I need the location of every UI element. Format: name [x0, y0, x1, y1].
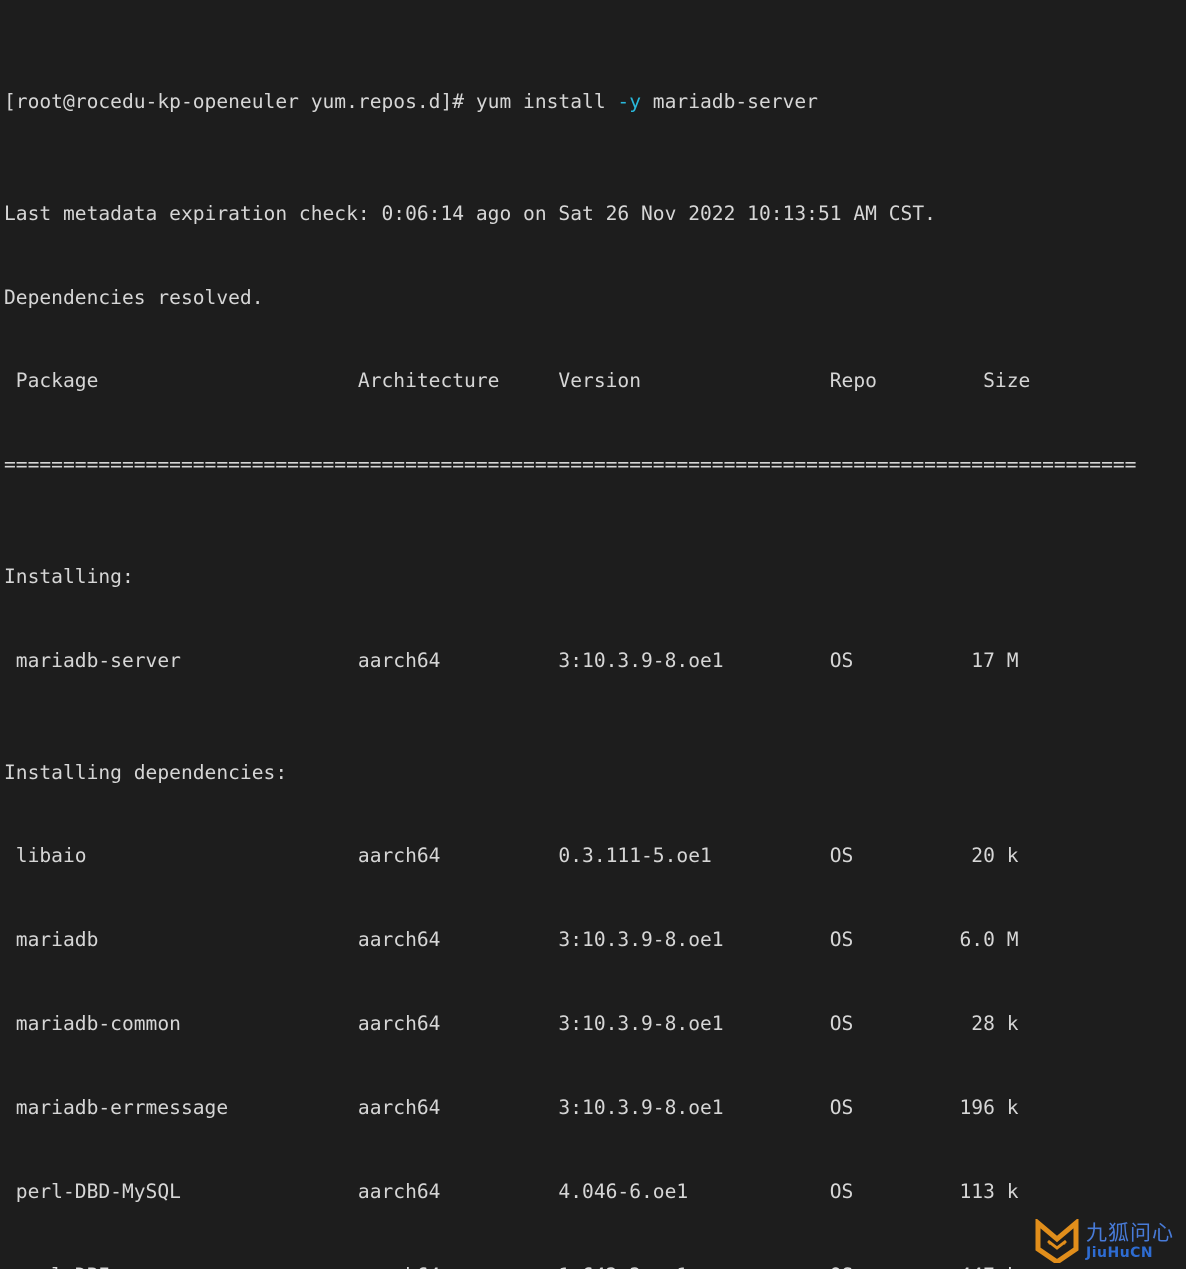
command-prompt-line[interactable]: [root@rocedu-kp-openeuler yum.repos.d]# …	[4, 88, 1186, 116]
watermark-cn-text: 九狐问心	[1086, 1220, 1174, 1245]
shell-prompt: [root@rocedu-kp-openeuler yum.repos.d]#	[4, 89, 476, 113]
watermark: 九狐问心 JiuHuCN	[1034, 1215, 1180, 1267]
terminal-screen: [root@rocedu-kp-openeuler yum.repos.d]# …	[0, 4, 1186, 1269]
command-tail: mariadb-server	[641, 89, 818, 113]
table-row: mariadb-server aarch64 3:10.3.9-8.oe1 OS…	[4, 648, 1019, 672]
table-row: perl-DBI aarch64 1.642-2.oe1 OS 447 k	[4, 1262, 1186, 1269]
table-row: mariadb-errmessage aarch64 3:10.3.9-8.oe…	[4, 1096, 1019, 1119]
rule-equals-top: ========================================…	[4, 453, 1137, 477]
table-row: mariadb aarch64 3:10.3.9-8.oe1 OS 6.0 M	[4, 928, 1019, 952]
command-head: yum install	[475, 89, 618, 113]
watermark-text: 九狐问心 JiuHuCN	[1086, 1220, 1174, 1261]
table-row: perl-DBD-MySQL aarch64 4.046-6.oe1 OS 11…	[4, 1179, 1019, 1203]
section-label-installing-dependencies: Installing dependencies:	[4, 760, 288, 784]
terminal-window[interactable]: [root@rocedu-kp-openeuler yum.repos.d]# …	[0, 0, 1186, 1269]
table-row: libaio aarch64 0.3.111-5.oe1 OS 20 k	[4, 844, 1019, 868]
metadata-expiration-line: Last metadata expiration check: 0:06:14 …	[4, 201, 936, 225]
fox-logo-icon	[1035, 1219, 1079, 1263]
section-label-installing: Installing:	[4, 564, 134, 588]
table-row: mariadb-common aarch64 3:10.3.9-8.oe1 OS…	[4, 1012, 1019, 1036]
command-flag: -y	[617, 89, 642, 113]
table-header: Package Architecture Version Repo Size	[4, 369, 1031, 393]
dependencies-resolved-line: Dependencies resolved.	[4, 285, 264, 309]
watermark-en-text: JiuHuCN	[1086, 1244, 1154, 1261]
